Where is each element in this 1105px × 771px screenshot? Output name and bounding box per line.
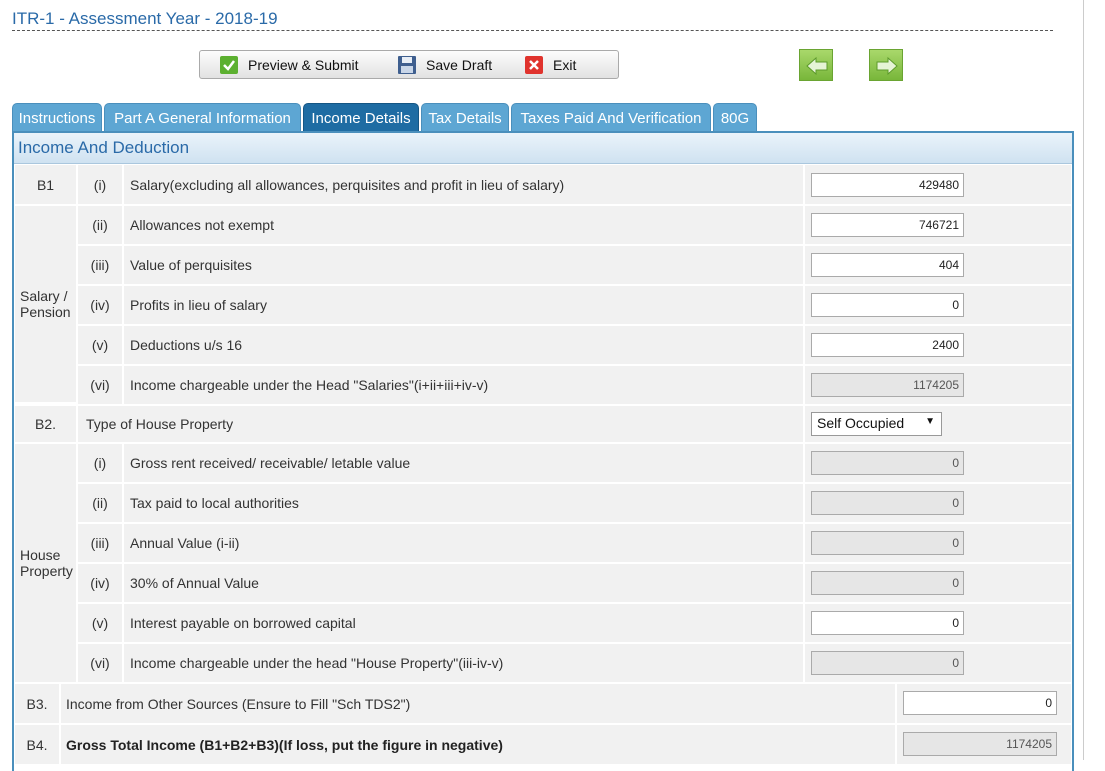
next-page-button[interactable] xyxy=(869,49,903,81)
right-edge-divider xyxy=(1083,0,1084,760)
arrow-right-icon xyxy=(876,57,898,75)
b3-label: Income from Other Sources (Ensure to Fil… xyxy=(60,683,896,724)
b1-code: B1 xyxy=(14,164,77,205)
profits-in-lieu-input[interactable] xyxy=(811,293,964,317)
gross-total-income-field xyxy=(903,732,1057,756)
b2-row-value-cell xyxy=(804,443,1072,483)
tab-instructions[interactable]: Instructions xyxy=(12,103,102,131)
b1-row-label: Deductions u/s 16 xyxy=(123,325,804,365)
b1-row-num: (vi) xyxy=(77,365,123,405)
tab-80g[interactable]: 80G xyxy=(713,103,757,131)
salary-input[interactable] xyxy=(811,173,964,197)
b2-row-value-cell xyxy=(804,603,1072,643)
dropdown-arrow-icon: ▼ xyxy=(925,416,935,427)
b1-row-label: Allowances not exempt xyxy=(123,205,804,245)
b1-row-value-cell xyxy=(804,245,1072,285)
house-property-type-select[interactable]: Self Occupied ▼ xyxy=(811,412,942,436)
previous-page-button[interactable] xyxy=(799,49,833,81)
b1-row-value-cell xyxy=(804,285,1072,325)
tab-part-a-general-information[interactable]: Part A General Information xyxy=(104,103,301,131)
b2-row-num: (ii) xyxy=(77,483,123,523)
tab-tax-details[interactable]: Tax Details xyxy=(421,103,509,131)
b1-row-label: Salary(excluding all allowances, perquis… xyxy=(123,164,804,205)
preview-submit-button[interactable]: Preview & Submit xyxy=(220,55,358,75)
b1-row-label: Profits in lieu of salary xyxy=(123,285,804,325)
house-property-type-value: Self Occupied xyxy=(817,415,905,431)
other-sources-input[interactable] xyxy=(903,691,1057,715)
b2-select-cell: Self Occupied ▼ xyxy=(804,405,1072,443)
exit-button[interactable]: Exit xyxy=(525,55,576,75)
b1-row-value-cell xyxy=(804,205,1072,245)
b2-code: B2. xyxy=(14,405,77,443)
annual-value-field xyxy=(811,531,964,555)
b2-row-num: (vi) xyxy=(77,643,123,683)
house-property-group-label: House Property xyxy=(14,443,77,683)
b1-row-value-cell xyxy=(804,325,1072,365)
b2-row-value-cell xyxy=(804,563,1072,603)
b2-row-label: Interest payable on borrowed capital xyxy=(123,603,804,643)
b1-row-num: (iv) xyxy=(77,285,123,325)
save-draft-label: Save Draft xyxy=(426,57,493,73)
title-divider xyxy=(12,30,1053,31)
b1-row-num: (iii) xyxy=(77,245,123,285)
b2-row-label: 30% of Annual Value xyxy=(123,563,804,603)
b3-value-cell xyxy=(896,683,1072,724)
b2-row-value-cell xyxy=(804,483,1072,523)
allowances-input[interactable] xyxy=(811,213,964,237)
tab-income-details[interactable]: Income Details xyxy=(303,103,419,131)
b1-row-value-cell xyxy=(804,365,1072,405)
income-details-panel: Income And Deduction B1 Salary / Pension… xyxy=(12,131,1074,771)
salary-income-total-field xyxy=(811,373,964,397)
b2-label: Type of House Property xyxy=(77,405,804,443)
close-icon xyxy=(525,56,543,74)
b1-row-value-cell xyxy=(804,164,1072,205)
b4-label: Gross Total Income (B1+B2+B3)(If loss, p… xyxy=(60,724,896,765)
b2-row-num: (iv) xyxy=(77,563,123,603)
b2-row-value-cell xyxy=(804,643,1072,683)
b2-row-label: Gross rent received/ receivable/ letable… xyxy=(123,443,804,483)
b2-row-num: (v) xyxy=(77,603,123,643)
b2-row-label: Annual Value (i-ii) xyxy=(123,523,804,563)
b2-row-value-cell xyxy=(804,523,1072,563)
b4-value-cell xyxy=(896,724,1072,765)
local-tax-field xyxy=(811,491,964,515)
salary-pension-group-label: Salary / Pension xyxy=(14,205,77,403)
panel-heading: Income And Deduction xyxy=(18,138,190,157)
tab-taxes-paid-and-verification[interactable]: Taxes Paid And Verification xyxy=(511,103,711,131)
preview-submit-label: Preview & Submit xyxy=(248,57,359,73)
arrow-left-icon xyxy=(806,57,828,75)
b1-row-num: (i) xyxy=(77,164,123,205)
b4-code: B4. xyxy=(14,724,60,765)
action-toolbar: Preview & Submit Save Draft Exit xyxy=(199,50,619,79)
interest-payable-input[interactable] xyxy=(811,611,964,635)
page-title: ITR-1 - Assessment Year - 2018-19 xyxy=(12,9,278,28)
house-property-income-field xyxy=(811,651,964,675)
save-draft-button[interactable]: Save Draft xyxy=(398,55,492,75)
panel-header: Income And Deduction xyxy=(14,133,1072,164)
b2-row-num: (iii) xyxy=(77,523,123,563)
exit-label: Exit xyxy=(553,57,577,73)
check-icon xyxy=(220,56,238,74)
deductions-u-s-16-input[interactable] xyxy=(811,333,964,357)
perquisites-input[interactable] xyxy=(811,253,964,277)
b1-row-label: Value of perquisites xyxy=(123,245,804,285)
thirty-percent-field xyxy=(811,571,964,595)
gross-rent-field xyxy=(811,451,964,475)
b1-row-label: Income chargeable under the Head "Salari… xyxy=(123,365,804,405)
b2-row-label: Tax paid to local authorities xyxy=(123,483,804,523)
b1-row-num: (ii) xyxy=(77,205,123,245)
b2-row-num: (i) xyxy=(77,443,123,483)
b2-row-label: Income chargeable under the head "House … xyxy=(123,643,804,683)
b3-code: B3. xyxy=(14,683,60,724)
floppy-disk-icon xyxy=(398,56,416,74)
b1-row-num: (v) xyxy=(77,325,123,365)
